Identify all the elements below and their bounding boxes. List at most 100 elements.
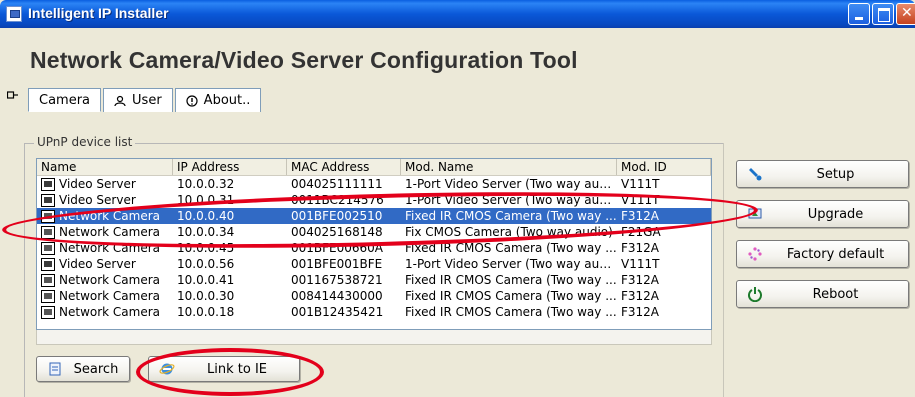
row-ip-cell: 10.0.0.40 bbox=[177, 209, 235, 223]
row-mac-cell: 001B12435421 bbox=[291, 305, 384, 319]
upgrade-icon bbox=[748, 208, 762, 219]
row-mac-cell: 001BFE001BFE bbox=[291, 257, 383, 271]
row-model-name-cell: 1-Port Video Server (Two way audi... bbox=[405, 193, 617, 207]
row-ip-cell: 10.0.0.34 bbox=[177, 225, 235, 239]
network-camera-icon bbox=[41, 289, 55, 303]
row-ip-cell: 10.0.0.41 bbox=[177, 273, 235, 287]
row-name-text: Network Camera bbox=[59, 225, 161, 239]
row-name-cell: Video Server bbox=[37, 192, 173, 208]
row-model-name-cell: Fixed IR CMOS Camera (Two way ... bbox=[405, 209, 617, 223]
maximize-button[interactable] bbox=[872, 3, 894, 25]
row-model-id-cell: F21GA bbox=[621, 225, 661, 239]
list-body: Video Server 10.0.0.32 004025111111 1-Port … bbox=[37, 176, 711, 320]
column-header-model-name[interactable]: Mod. Name bbox=[401, 159, 617, 175]
reboot-button[interactable]: Reboot bbox=[736, 280, 909, 308]
row-mac-cell: 001BFE002510 bbox=[291, 209, 383, 223]
video-server-icon bbox=[41, 257, 55, 271]
table-row[interactable]: Video Server 10.0.0.31 0011BC214576 1-Port … bbox=[37, 192, 711, 208]
column-header-name[interactable]: Name bbox=[37, 159, 173, 175]
horizontal-scrollbar[interactable] bbox=[36, 330, 712, 345]
row-model-name-cell: 1-Port Video Server (Two way audi... bbox=[405, 257, 617, 271]
table-row[interactable]: Network Camera 10.0.0.34 004025168148 Fix C… bbox=[37, 224, 711, 240]
search-button[interactable]: Search bbox=[36, 356, 130, 382]
row-ip-cell: 10.0.0.56 bbox=[177, 257, 235, 271]
row-name-text: Video Server bbox=[59, 257, 136, 271]
column-header-mac[interactable]: MAC Address bbox=[287, 159, 401, 175]
row-model-name-cell: Fixed IR CMOS Camera (Two way ... bbox=[405, 289, 617, 303]
table-row[interactable]: Video Server 10.0.0.56 001BFE001BFE 1-Port … bbox=[37, 256, 711, 272]
minimize-button[interactable] bbox=[848, 3, 870, 25]
video-server-icon bbox=[41, 177, 55, 191]
tab-user-label: User bbox=[132, 93, 162, 108]
row-model-name-cell: Fixed IR CMOS Camera (Two way ... bbox=[405, 241, 617, 255]
row-ip-cell: 10.0.0.45 bbox=[177, 241, 235, 255]
row-name-text: Network Camera bbox=[59, 289, 161, 303]
column-header-model-id[interactable]: Mod. ID bbox=[617, 159, 711, 175]
tab-about[interactable]: About.. bbox=[174, 88, 262, 112]
app-icon bbox=[6, 6, 22, 22]
upgrade-button[interactable]: Upgrade bbox=[736, 200, 909, 228]
title-bar[interactable]: Intelligent IP Installer bbox=[0, 0, 915, 28]
row-mac-cell: 004025111111 bbox=[291, 177, 383, 191]
row-model-id-cell: V111T bbox=[621, 193, 660, 207]
row-ip-cell: 10.0.0.31 bbox=[177, 193, 235, 207]
row-name-cell: Network Camera bbox=[37, 208, 173, 224]
device-list-group-label: UPnP device list bbox=[34, 135, 136, 149]
table-row[interactable]: Network Camera 10.0.0.41 001167538721 Fixed… bbox=[37, 272, 711, 288]
table-row[interactable]: Network Camera 10.0.0.30 008414430000 Fixed… bbox=[37, 288, 711, 304]
factory-default-button-label: Factory default bbox=[786, 246, 885, 262]
row-ip-cell: 10.0.0.18 bbox=[177, 305, 235, 319]
row-name-cell: Network Camera bbox=[37, 240, 173, 256]
power-icon bbox=[748, 287, 762, 302]
tab-about-label: About.. bbox=[203, 93, 251, 108]
tab-bar: Camera User About.. bbox=[28, 88, 263, 112]
camera-icon bbox=[7, 91, 18, 99]
setup-button[interactable]: Setup bbox=[736, 160, 909, 188]
row-model-id-cell: F312A bbox=[621, 209, 660, 223]
panel-divider bbox=[723, 143, 724, 397]
wrench-icon bbox=[749, 168, 762, 181]
page-title: Network Camera/Video Server Configuratio… bbox=[30, 47, 578, 73]
column-header-ip[interactable]: IP Address bbox=[173, 159, 287, 175]
factory-default-button[interactable]: Factory default bbox=[736, 240, 909, 268]
row-ip-cell: 10.0.0.30 bbox=[177, 289, 235, 303]
user-icon bbox=[114, 95, 126, 106]
table-row[interactable]: Network Camera 10.0.0.40 001BFE002510 Fixed… bbox=[37, 208, 711, 224]
table-row[interactable]: Network Camera 10.0.0.18 001B12435421 Fixed… bbox=[37, 304, 711, 320]
row-name-text: Network Camera bbox=[59, 305, 161, 319]
device-list[interactable]: Name IP Address MAC Address Mod. Name Mo… bbox=[36, 158, 712, 330]
row-mac-cell: 001167538721 bbox=[291, 273, 383, 287]
setup-button-label: Setup bbox=[816, 166, 855, 182]
row-model-id-cell: F312A bbox=[621, 289, 660, 303]
list-header: Name IP Address MAC Address Mod. Name Mo… bbox=[37, 159, 711, 176]
row-ip-cell: 10.0.0.32 bbox=[177, 177, 235, 191]
search-icon bbox=[49, 362, 61, 376]
video-server-icon bbox=[41, 193, 55, 207]
row-model-id-cell: V111T bbox=[621, 177, 660, 191]
row-model-id-cell: F312A bbox=[621, 305, 660, 319]
row-name-cell: Network Camera bbox=[37, 304, 173, 320]
row-name-cell: Network Camera bbox=[37, 288, 173, 304]
close-button[interactable] bbox=[896, 3, 915, 25]
tab-camera-label: Camera bbox=[39, 92, 91, 108]
table-row[interactable]: Network Camera 10.0.0.45 001BFE00660A Fixed… bbox=[37, 240, 711, 256]
row-name-cell: Video Server bbox=[37, 256, 173, 272]
tab-camera[interactable]: Camera bbox=[28, 88, 102, 112]
network-camera-icon bbox=[41, 209, 55, 223]
row-model-id-cell: V111T bbox=[621, 257, 660, 271]
row-name-text: Video Server bbox=[59, 193, 136, 207]
row-model-name-cell: Fixed IR CMOS Camera (Two way ... bbox=[405, 273, 617, 287]
row-model-name-cell: Fix CMOS Camera (Two way audio) bbox=[405, 225, 613, 239]
internet-explorer-icon bbox=[159, 363, 175, 375]
row-name-text: Network Camera bbox=[59, 209, 161, 223]
row-mac-cell: 008414430000 bbox=[291, 289, 383, 303]
network-camera-icon bbox=[41, 225, 55, 239]
table-row[interactable]: Video Server 10.0.0.32 004025111111 1-Port … bbox=[37, 176, 711, 192]
link-to-ie-button[interactable]: Link to IE bbox=[148, 356, 300, 382]
row-name-text: Video Server bbox=[59, 177, 136, 191]
row-name-cell: Video Server bbox=[37, 176, 173, 192]
tab-user[interactable]: User bbox=[103, 88, 173, 112]
window-title: Intelligent IP Installer bbox=[28, 5, 169, 21]
network-camera-icon bbox=[41, 241, 55, 255]
row-mac-cell: 001BFE00660A bbox=[291, 241, 384, 255]
